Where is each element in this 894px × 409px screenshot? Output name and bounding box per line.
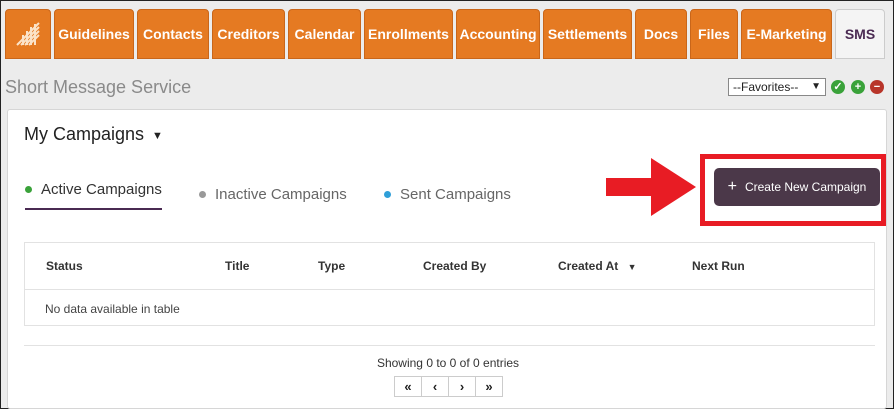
tab-inactive-campaigns[interactable]: Inactive Campaigns (199, 180, 347, 208)
column-type[interactable]: Type (318, 259, 345, 273)
tab-guidelines[interactable]: Guidelines (54, 9, 134, 59)
campaigns-dropdown[interactable]: My Campaigns ▼ (24, 124, 163, 145)
top-nav: Guidelines Contacts Creditors Calendar E… (5, 9, 885, 59)
app-frame: Guidelines Contacts Creditors Calendar E… (0, 0, 894, 409)
table-header: Status Title Type Created By Created At … (25, 243, 874, 290)
tab-inactive-campaigns-label: Inactive Campaigns (215, 185, 347, 203)
chevron-down-icon: ▼ (811, 81, 821, 92)
tab-e-marketing[interactable]: E-Marketing (741, 9, 832, 59)
last-page-button[interactable]: » (475, 376, 503, 397)
green-dot-icon (25, 185, 32, 193)
page-title: Short Message Service (5, 77, 192, 97)
column-created-at-label: Created At (558, 259, 619, 273)
campaigns-heading: My Campaigns (24, 124, 145, 144)
campaigns-table: Status Title Type Created By Created At … (24, 242, 875, 326)
tab-sms[interactable]: SMS (835, 9, 885, 59)
tab-settlements[interactable]: Settlements (543, 9, 632, 59)
favorites-value: --Favorites-- (733, 80, 799, 94)
tab-sent-campaigns-label: Sent Campaigns (400, 185, 511, 203)
table-empty-row: No data available in table (45, 302, 180, 316)
plus-icon: + (727, 178, 737, 195)
prev-page-button[interactable]: ‹ (421, 376, 449, 397)
column-created-by[interactable]: Created By (423, 259, 486, 273)
tab-contacts[interactable]: Contacts (137, 9, 209, 59)
blue-dot-icon (384, 190, 391, 198)
tab-accounting[interactable]: Accounting (456, 9, 540, 59)
create-new-campaign-label: Create New Campaign (744, 180, 867, 194)
sort-desc-icon: ▼ (627, 262, 637, 272)
column-created-at[interactable]: Created At ▼ (558, 259, 637, 273)
gray-dot-icon (199, 190, 206, 198)
divider (24, 345, 875, 346)
tab-docs[interactable]: Docs (635, 9, 687, 59)
column-next-run[interactable]: Next Run (692, 259, 745, 273)
caret-down-icon: ▼ (152, 129, 163, 142)
tab-creditors[interactable]: Creditors (212, 9, 285, 59)
company-logo-icon[interactable] (5, 9, 51, 59)
first-page-button[interactable]: « (394, 376, 422, 397)
tab-active-campaigns-label: Active Campaigns (41, 180, 162, 198)
tab-active-campaigns[interactable]: Active Campaigns (25, 180, 162, 210)
table-info: Showing 0 to 0 of 0 entries (376, 356, 520, 370)
tab-files[interactable]: Files (690, 9, 738, 59)
tab-calendar[interactable]: Calendar (288, 9, 361, 59)
remove-icon[interactable]: − (870, 80, 884, 94)
add-icon[interactable]: + (851, 80, 865, 94)
column-title[interactable]: Title (225, 259, 249, 273)
right-arrow-icon (606, 158, 696, 216)
column-status[interactable]: Status (46, 259, 83, 273)
create-new-campaign-button[interactable]: + Create New Campaign (714, 168, 880, 206)
tab-enrollments[interactable]: Enrollments (364, 9, 453, 59)
page-header: Short Message Service --Favorites-- ▼ ✓ … (1, 71, 894, 103)
pagination: « ‹ › » (394, 376, 503, 398)
check-icon[interactable]: ✓ (831, 80, 845, 94)
campaigns-card: My Campaigns ▼ Active Campaigns Inactive… (7, 109, 887, 409)
favorites-select[interactable]: --Favorites-- ▼ (728, 78, 826, 96)
tab-sent-campaigns[interactable]: Sent Campaigns (384, 180, 511, 208)
next-page-button[interactable]: › (448, 376, 476, 397)
